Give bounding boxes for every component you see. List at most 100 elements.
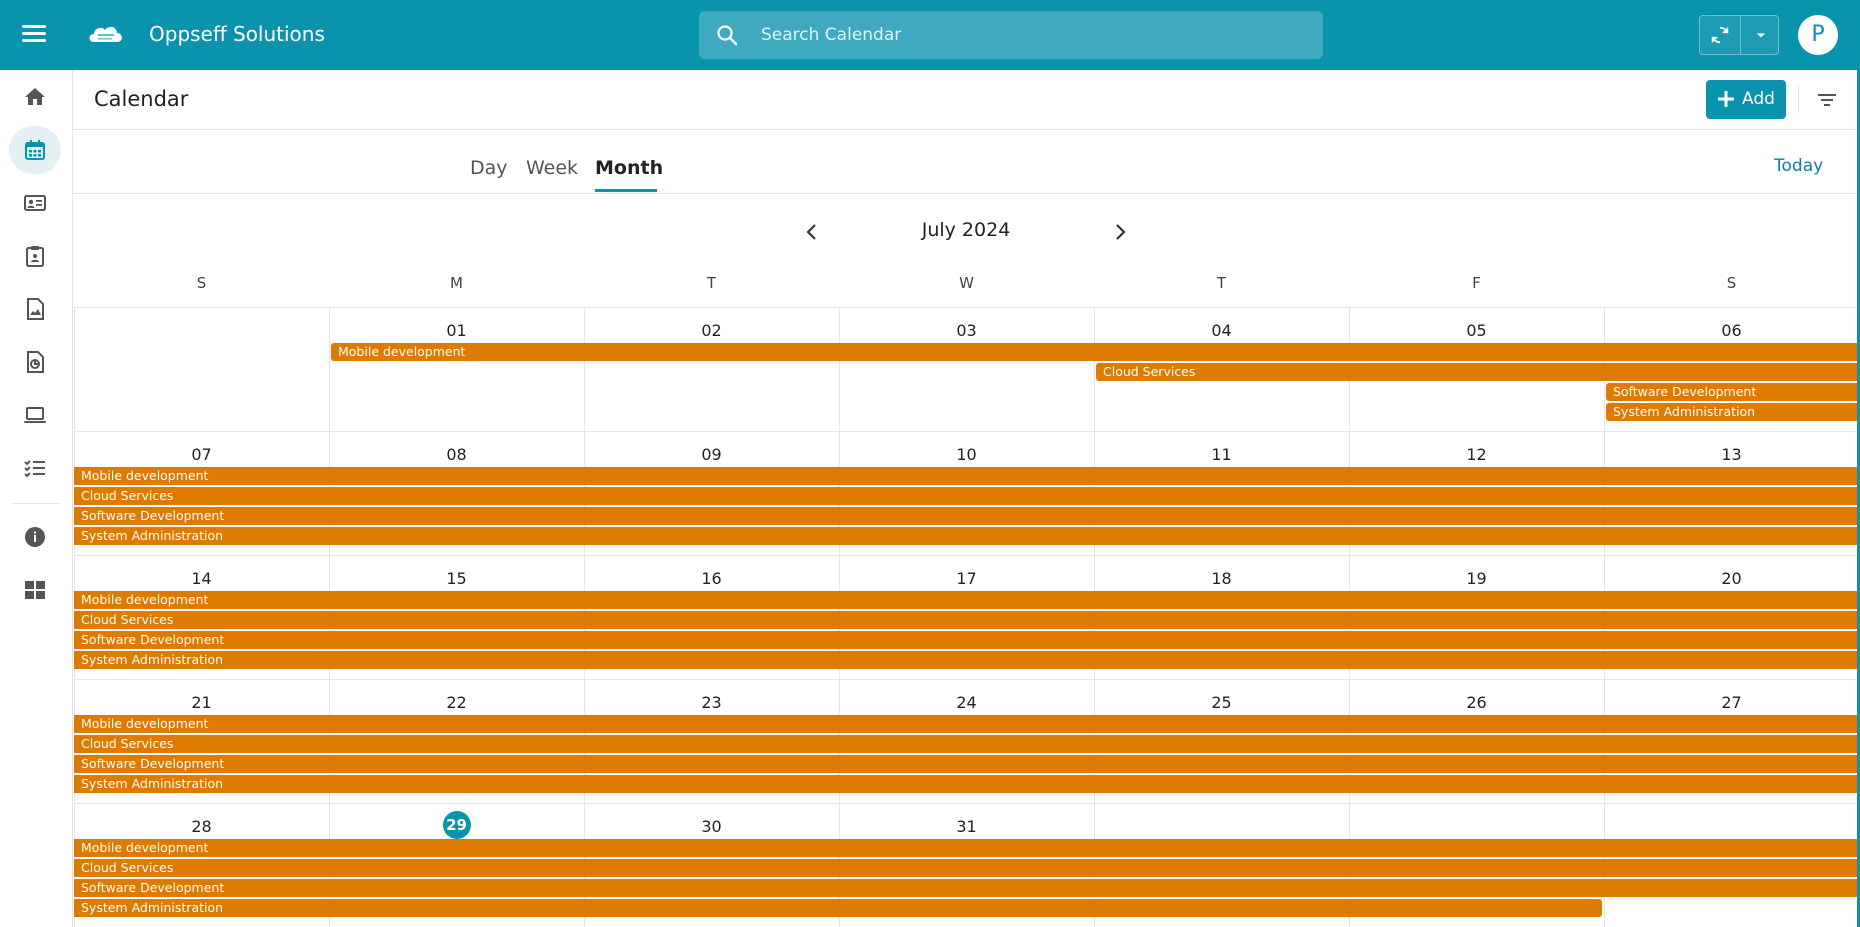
filter-button[interactable] <box>1814 88 1840 112</box>
event-bar[interactable]: System Administration <box>74 527 1857 545</box>
event-bar[interactable]: Cloud Services <box>1096 363 1857 381</box>
date-number[interactable]: 07 <box>74 445 329 464</box>
sidebar-item-info[interactable] <box>9 513 61 561</box>
laptop-icon <box>24 407 46 423</box>
date-number[interactable]: 26 <box>1349 693 1604 712</box>
date-number[interactable]: 28 <box>74 817 329 836</box>
date-number[interactable]: 29 <box>329 811 584 839</box>
filter-icon <box>1818 94 1836 106</box>
date-number[interactable]: 05 <box>1349 321 1604 340</box>
sidebar-item-home[interactable] <box>9 73 61 121</box>
date-number[interactable]: 22 <box>329 693 584 712</box>
date-number[interactable]: 25 <box>1094 693 1349 712</box>
event-bar[interactable]: Mobile development <box>74 715 1857 733</box>
report-chart-icon <box>27 351 44 373</box>
date-number[interactable]: 30 <box>584 817 839 836</box>
event-bar[interactable]: Cloud Services <box>74 611 1857 629</box>
checklist-icon <box>24 460 45 478</box>
date-number[interactable]: 14 <box>74 569 329 588</box>
cloud-logo-icon <box>89 26 122 42</box>
menu-icon[interactable] <box>22 22 50 48</box>
date-number[interactable]: 17 <box>839 569 1094 588</box>
chevron-right-icon <box>1116 224 1126 240</box>
event-bar[interactable]: Software Development <box>1606 383 1857 401</box>
sidebar-item-calendar[interactable] <box>9 126 61 174</box>
active-tab-indicator <box>595 189 657 192</box>
today-date-badge[interactable]: 29 <box>442 811 471 839</box>
date-number[interactable]: 21 <box>74 693 329 712</box>
weekday-header: M <box>450 274 463 292</box>
image-document-icon <box>27 298 44 320</box>
event-bar[interactable]: Cloud Services <box>74 859 1857 877</box>
sidebar-divider <box>12 503 60 504</box>
date-number[interactable]: 20 <box>1604 569 1859 588</box>
user-avatar[interactable]: P <box>1798 15 1838 55</box>
event-bar[interactable]: Mobile development <box>74 467 1857 485</box>
sidebar-item-checklist[interactable] <box>9 444 61 492</box>
date-number[interactable]: 01 <box>329 321 584 340</box>
tab-month[interactable]: Month <box>595 157 663 179</box>
weekday-header: W <box>959 274 974 292</box>
date-number[interactable]: 12 <box>1349 445 1604 464</box>
date-number[interactable]: 13 <box>1604 445 1859 464</box>
date-number[interactable]: 19 <box>1349 569 1604 588</box>
info-icon <box>25 527 45 547</box>
add-button[interactable]: Add <box>1706 80 1786 119</box>
event-bar[interactable]: System Administration <box>74 899 1602 917</box>
event-bar[interactable]: Cloud Services <box>74 735 1857 753</box>
event-bar[interactable]: System Administration <box>74 651 1857 669</box>
tabs-separator <box>73 193 1860 194</box>
event-bar[interactable]: Mobile development <box>74 591 1857 609</box>
event-bar[interactable]: Software Development <box>74 879 1857 897</box>
date-number[interactable]: 10 <box>839 445 1094 464</box>
header-divider <box>1798 85 1799 113</box>
sync-dropdown-button[interactable] <box>1740 16 1779 54</box>
tab-day[interactable]: Day <box>470 157 508 179</box>
search-box[interactable] <box>699 11 1323 59</box>
home-icon <box>25 88 45 105</box>
chevron-left-icon <box>806 224 816 240</box>
header-separator <box>73 129 1860 130</box>
date-number[interactable]: 31 <box>839 817 1094 836</box>
contact-card-icon <box>24 195 46 211</box>
date-number[interactable]: 11 <box>1094 445 1349 464</box>
sidebar-item-documents[interactable] <box>9 285 61 333</box>
sidebar-item-reports[interactable] <box>9 338 61 386</box>
date-number[interactable]: 02 <box>584 321 839 340</box>
sidebar-item-devices[interactable] <box>9 391 61 439</box>
event-bar[interactable]: Software Development <box>74 631 1857 649</box>
sync-button-group <box>1699 15 1779 55</box>
date-number[interactable]: 27 <box>1604 693 1859 712</box>
date-number[interactable]: 23 <box>584 693 839 712</box>
event-bar[interactable]: Mobile development <box>74 839 1857 857</box>
sync-icon <box>1711 26 1729 44</box>
date-number[interactable]: 04 <box>1094 321 1349 340</box>
event-bar[interactable]: Software Development <box>74 507 1857 525</box>
date-number[interactable]: 24 <box>839 693 1094 712</box>
event-bar[interactable]: Software Development <box>74 755 1857 773</box>
top-app-bar: Oppseff Solutions P <box>0 0 1860 70</box>
date-number[interactable]: 16 <box>584 569 839 588</box>
tab-week[interactable]: Week <box>526 157 578 179</box>
page-title: Calendar <box>94 87 189 111</box>
event-bar[interactable]: Cloud Services <box>74 487 1857 505</box>
date-number[interactable]: 06 <box>1604 321 1859 340</box>
date-number[interactable]: 15 <box>329 569 584 588</box>
search-input[interactable] <box>761 11 1301 59</box>
event-bar[interactable]: System Administration <box>1606 403 1857 421</box>
weekday-header: T <box>706 274 717 292</box>
date-number[interactable]: 03 <box>839 321 1094 340</box>
date-number[interactable]: 08 <box>329 445 584 464</box>
sidebar-item-dashboard[interactable] <box>9 566 61 614</box>
event-bar[interactable]: System Administration <box>74 775 1857 793</box>
date-number[interactable]: 09 <box>584 445 839 464</box>
event-bar[interactable]: Mobile development <box>331 343 1857 361</box>
sidebar <box>0 70 73 927</box>
sidebar-item-tasks[interactable] <box>9 232 61 280</box>
date-number[interactable]: 18 <box>1094 569 1349 588</box>
prev-month-button[interactable] <box>800 220 824 244</box>
sidebar-item-contacts[interactable] <box>9 179 61 227</box>
today-button[interactable]: Today <box>1774 156 1823 176</box>
sync-button[interactable] <box>1700 16 1740 54</box>
next-month-button[interactable] <box>1108 220 1132 244</box>
